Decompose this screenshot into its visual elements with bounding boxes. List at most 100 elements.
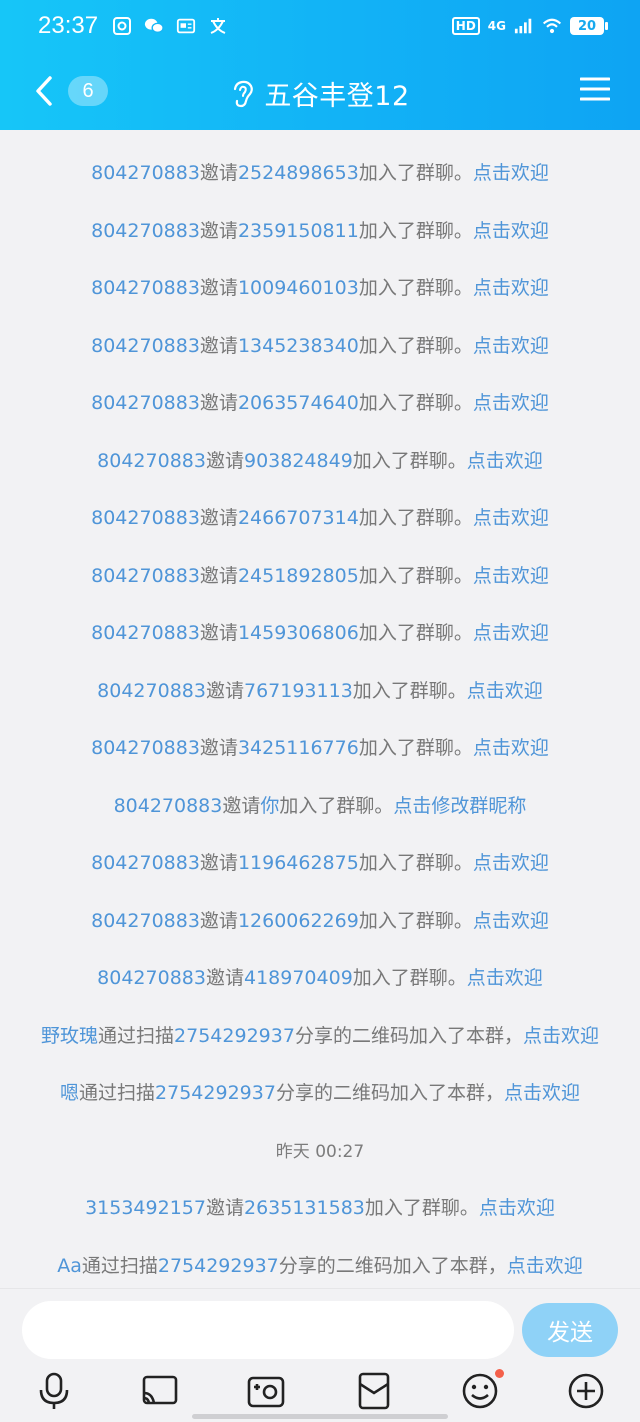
member-name[interactable]: 你	[260, 795, 279, 817]
welcome-link[interactable]: 点击欢迎	[473, 622, 549, 644]
system-message: 804270883邀请903824849加入了群聊。点击欢迎	[0, 449, 640, 473]
message-text: 加入了群聊。	[352, 679, 467, 702]
welcome-link[interactable]: 点击欢迎	[507, 1255, 583, 1277]
welcome-link[interactable]: 点击欢迎	[504, 1082, 580, 1104]
welcome-link[interactable]: 点击欢迎	[473, 335, 549, 357]
welcome-link[interactable]: 点击欢迎	[467, 680, 543, 702]
welcome-link[interactable]: 点击欢迎	[473, 507, 549, 529]
message-text: 加入了群聊。	[358, 622, 473, 644]
message-verb: 邀请	[199, 392, 238, 414]
member-name[interactable]: 2754292937	[174, 1025, 295, 1047]
member-name[interactable]: 2635131583	[244, 1197, 365, 1219]
welcome-link[interactable]: 点击欢迎	[467, 450, 543, 472]
screen-share-button[interactable]	[140, 1371, 180, 1411]
welcome-link[interactable]: 点击欢迎	[473, 737, 549, 759]
home-indicator[interactable]	[192, 1414, 448, 1419]
member-name[interactable]: 804270883	[91, 277, 200, 299]
member-name[interactable]: 804270883	[91, 507, 200, 529]
member-name[interactable]: 903824849	[244, 450, 353, 472]
member-name[interactable]: 1196462875	[238, 852, 359, 874]
member-name[interactable]: 嗯	[60, 1082, 79, 1104]
welcome-link[interactable]: 点击欢迎	[473, 220, 549, 242]
member-name[interactable]: 2524898653	[238, 162, 359, 184]
welcome-link[interactable]: 点击欢迎	[473, 162, 549, 184]
member-name[interactable]: 804270883	[97, 967, 206, 989]
member-name[interactable]: 804270883	[114, 795, 223, 817]
red-packet-icon	[358, 1372, 390, 1410]
photo-button[interactable]	[246, 1371, 286, 1411]
welcome-link[interactable]: 点击欢迎	[523, 1025, 599, 1047]
wechat-icon	[144, 16, 164, 36]
member-name[interactable]: 804270883	[91, 392, 200, 414]
send-button[interactable]: 发送	[522, 1303, 618, 1357]
member-name[interactable]: 2451892805	[238, 565, 359, 587]
member-name[interactable]: 3425116776	[238, 737, 359, 759]
system-message: 3153492157邀请2635131583加入了群聊。点击欢迎	[0, 1196, 640, 1220]
welcome-link[interactable]: 点击欢迎	[473, 565, 549, 587]
message-text: 加入了群聊。	[358, 909, 473, 932]
message-verb: 邀请	[205, 967, 244, 989]
member-name[interactable]: 野玫瑰	[41, 1025, 98, 1047]
signal-icon	[514, 16, 534, 36]
welcome-link[interactable]: 点击欢迎	[467, 967, 543, 989]
welcome-link[interactable]: 点击欢迎	[473, 277, 549, 299]
new-indicator-dot	[495, 1369, 504, 1378]
member-name[interactable]: 804270883	[91, 220, 200, 242]
menu-button[interactable]	[579, 76, 611, 102]
message-verb: 邀请	[222, 794, 261, 817]
member-name[interactable]: 2466707314	[238, 507, 359, 529]
member-name[interactable]: 3153492157	[85, 1197, 206, 1219]
member-name[interactable]: 804270883	[97, 450, 206, 472]
emoji-button[interactable]	[460, 1369, 504, 1411]
plus-icon	[568, 1373, 604, 1409]
member-name[interactable]: 1345238340	[238, 335, 359, 357]
message-verb: 邀请	[199, 622, 238, 644]
member-name[interactable]: 767193113	[244, 680, 353, 702]
system-message: 804270883邀请2466707314加入了群聊。点击欢迎	[0, 506, 640, 530]
message-text: 加入了群聊。	[352, 967, 467, 989]
system-message: 804270883邀请1459306806加入了群聊。点击欢迎	[0, 621, 640, 645]
message-text: 加入了群聊。	[358, 277, 473, 299]
welcome-link[interactable]: 点击欢迎	[473, 910, 549, 932]
more-button[interactable]	[566, 1371, 606, 1411]
voice-button[interactable]	[34, 1371, 74, 1411]
system-message: Aa通过扫描2754292937分享的二维码加入了本群，点击欢迎	[0, 1254, 640, 1278]
message-text: 加入了群聊。	[358, 737, 473, 759]
member-name[interactable]: 2359150811	[238, 220, 359, 242]
system-message: 804270883邀请1196462875加入了群聊。点击欢迎	[0, 851, 640, 875]
news-icon	[176, 16, 196, 36]
red-packet-button[interactable]	[354, 1371, 394, 1411]
message-text: 加入了群聊。	[358, 564, 473, 587]
member-name[interactable]: 1459306806	[238, 622, 359, 644]
message-text: 加入了群聊。	[352, 449, 467, 472]
input-bar: 发送	[0, 1288, 640, 1422]
member-name[interactable]: 804270883	[91, 335, 200, 357]
message-input[interactable]	[22, 1301, 514, 1359]
message-verb: 邀请	[199, 507, 238, 529]
member-name[interactable]: 1260062269	[238, 910, 359, 932]
message-verb: 邀请	[199, 852, 238, 874]
message-text: 分享的二维码加入了本群，	[294, 1024, 523, 1047]
message-text: 加入了群聊。	[279, 794, 394, 817]
member-name[interactable]: 804270883	[91, 162, 200, 184]
member-name[interactable]: 804270883	[91, 910, 200, 932]
member-name[interactable]: 804270883	[91, 852, 200, 874]
input-toolbar	[0, 1369, 640, 1415]
timestamp: 昨天 00:27	[0, 1139, 640, 1164]
welcome-link[interactable]: 点击欢迎	[473, 852, 549, 874]
member-name[interactable]: 418970409	[244, 967, 353, 989]
member-name[interactable]: 804270883	[91, 737, 200, 759]
member-name[interactable]: 2754292937	[155, 1082, 276, 1104]
system-message: 嗯通过扫描2754292937分享的二维码加入了本群，点击欢迎	[0, 1081, 640, 1105]
member-name[interactable]: 804270883	[97, 680, 206, 702]
member-name[interactable]: 2063574640	[238, 392, 359, 414]
welcome-link[interactable]: 点击修改群昵称	[393, 795, 526, 817]
member-name[interactable]: 804270883	[91, 565, 200, 587]
hd-indicator: HD	[451, 17, 480, 35]
welcome-link[interactable]: 点击欢迎	[473, 392, 549, 414]
welcome-link[interactable]: 点击欢迎	[479, 1197, 555, 1219]
member-name[interactable]: 804270883	[91, 622, 200, 644]
member-name[interactable]: 2754292937	[158, 1255, 279, 1277]
member-name[interactable]: Aa	[57, 1255, 82, 1277]
member-name[interactable]: 1009460103	[238, 277, 359, 299]
